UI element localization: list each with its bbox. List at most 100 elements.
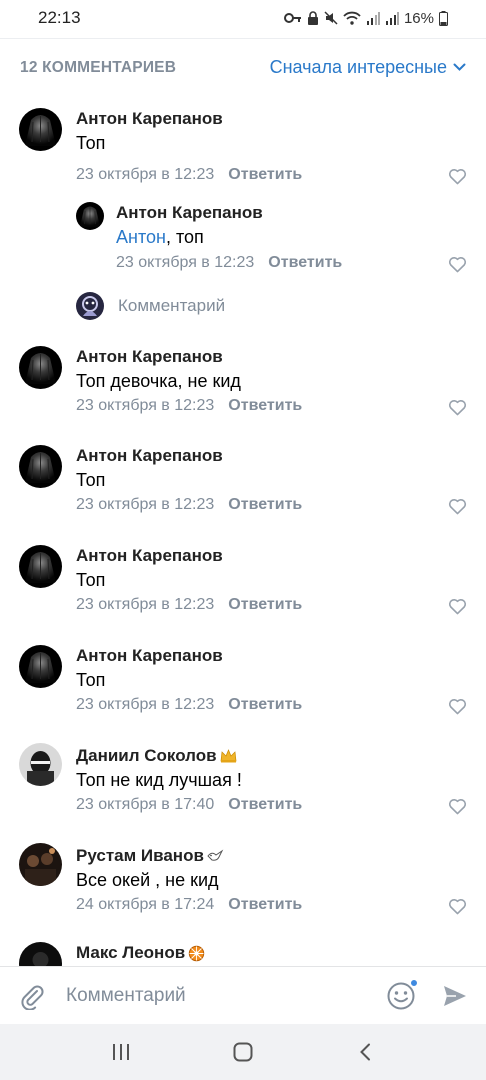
comment-text: Топ не кид лучшая ! — [76, 770, 242, 790]
comment-author[interactable]: Даниил Соколов — [76, 746, 237, 766]
heart-icon[interactable] — [448, 498, 467, 515]
home-button[interactable] — [223, 1032, 263, 1072]
comment-meta: 23 октября в 12:23 Ответить — [76, 166, 302, 184]
heart-icon[interactable] — [448, 256, 467, 273]
heart-icon[interactable] — [448, 698, 467, 715]
paperclip-icon[interactable] — [18, 982, 46, 1010]
mute-icon — [324, 11, 338, 25]
signal-icon — [366, 12, 380, 25]
comment-meta: 23 октября в 17:40 Ответить — [76, 796, 302, 814]
comment-item: Антон Карепанов Топ 23 октября в 12:23 О… — [0, 104, 486, 194]
recent-apps-button[interactable] — [101, 1032, 141, 1072]
signal-icon-2 — [385, 12, 399, 25]
comment-author[interactable]: Антон Карепанов — [76, 446, 223, 466]
emoji-button[interactable] — [386, 977, 419, 1011]
comment-text: Топ — [76, 570, 106, 590]
avatar[interactable] — [19, 108, 62, 151]
comment-meta: 23 октября в 12:23 Ответить — [76, 696, 302, 714]
avatar[interactable] — [19, 545, 62, 588]
reply-button[interactable]: Ответить — [228, 896, 302, 914]
wheel-icon — [188, 945, 205, 961]
comment-date: 23 октября в 17:40 — [76, 796, 215, 813]
comment-item: Рустам Иванов Все окей , не кид 24 октяб… — [0, 843, 486, 934]
comment-text: Топ — [76, 133, 106, 153]
comment-input-bar: Комментарий — [0, 966, 486, 1024]
comments-count: 12 КОММЕНТАРИЕВ — [20, 58, 177, 76]
comment-date: 24 октября в 17:24 — [76, 896, 215, 913]
chevron-down-icon — [453, 63, 466, 71]
comment-author[interactable]: Рустам Иванов — [76, 846, 224, 866]
comment-date: 23 октября в 12:23 — [76, 397, 215, 414]
heart-icon[interactable] — [448, 798, 467, 815]
back-button[interactable] — [345, 1032, 385, 1072]
comment-author[interactable]: Антон Карепанов — [76, 347, 223, 367]
reply-button[interactable]: Ответить — [228, 796, 302, 814]
comments-header: 12 КОММЕНТАРИЕВ Сначала интересные — [0, 38, 486, 96]
reply-compose[interactable]: Комментарий — [76, 292, 225, 320]
sort-label: Сначала интересные — [269, 57, 447, 77]
comment-author[interactable]: Антон Карепанов — [76, 109, 223, 129]
comment-date: 23 октября в 12:23 — [116, 254, 255, 271]
comment-date: 23 октября в 12:23 — [76, 496, 215, 513]
back-icon — [360, 1043, 370, 1061]
comment-author[interactable]: Антон Карепанов — [116, 203, 263, 223]
comment-item: Антон Карепанов Топ 23 октября в 12:23 О… — [0, 444, 486, 534]
home-icon — [233, 1042, 253, 1062]
comment-author[interactable]: Антон Карепанов — [76, 646, 223, 666]
wifi-icon — [343, 11, 361, 25]
reply-button[interactable]: Ответить — [228, 696, 302, 714]
comment-text: Топ девочка, не кид — [76, 371, 241, 391]
comment-text: Антон, топ — [116, 227, 204, 247]
system-nav-bar — [0, 1024, 486, 1080]
comment-input[interactable]: Комментарий — [66, 985, 386, 1007]
mention-link[interactable]: Антон — [116, 227, 166, 247]
recent-apps-icon — [113, 1044, 129, 1060]
avatar[interactable] — [76, 202, 104, 230]
comment-item: Макс Леонов — [0, 942, 486, 966]
reply-compose-placeholder: Комментарий — [118, 296, 226, 315]
comment-item: Антон Карепанов Топ 23 октября в 12:23 О… — [0, 544, 486, 634]
reply-button[interactable]: Ответить — [228, 397, 302, 415]
reply-button[interactable]: Ответить — [228, 166, 302, 184]
heart-icon[interactable] — [448, 399, 467, 416]
reply-button[interactable]: Ответить — [228, 496, 302, 514]
my-avatar — [76, 292, 104, 320]
comment-meta: 23 октября в 12:23 Ответить — [76, 496, 302, 514]
battery-icon — [439, 10, 448, 26]
heart-icon[interactable] — [448, 598, 467, 615]
comment-author[interactable]: Антон Карепанов — [76, 546, 223, 566]
avatar[interactable] — [19, 645, 62, 688]
avatar[interactable] — [19, 843, 62, 886]
comment-item: Антон Карепанов Топ 23 октября в 12:23 О… — [0, 644, 486, 734]
lock-icon — [307, 11, 318, 25]
comment-item: Антон Карепанов Топ девочка, не кид 23 о… — [0, 344, 486, 434]
avatar[interactable] — [19, 445, 62, 488]
key-icon — [283, 13, 301, 23]
comments-list: Антон Карепанов Топ 23 октября в 12:23 О… — [0, 96, 486, 966]
crown-icon — [220, 749, 236, 763]
reply-button[interactable]: Ответить — [268, 254, 342, 272]
comment-meta: 23 октября в 12:23 Ответить — [76, 596, 302, 614]
comment-author[interactable]: Макс Леонов — [76, 943, 205, 963]
heart-icon[interactable] — [448, 168, 467, 185]
comment-meta: 24 октября в 17:24 Ответить — [76, 896, 302, 914]
dove-icon — [207, 849, 224, 861]
comment-meta: 23 октября в 12:23 Ответить — [76, 397, 302, 415]
heart-icon[interactable] — [448, 898, 467, 915]
comment-date: 23 октября в 12:23 — [76, 596, 215, 613]
comment-text: Топ — [76, 470, 106, 490]
comment-date: 23 октября в 12:23 — [76, 696, 215, 713]
comment-text: Все окей , не кид — [76, 870, 219, 890]
reply-button[interactable]: Ответить — [228, 596, 302, 614]
comment-date: 23 октября в 12:23 — [76, 166, 215, 183]
battery-percent: 16% — [403, 9, 434, 27]
status-icons: 16% — [283, 9, 448, 27]
avatar[interactable] — [19, 942, 62, 966]
avatar[interactable] — [19, 743, 62, 786]
notification-dot — [409, 977, 419, 988]
avatar[interactable] — [19, 346, 62, 389]
send-icon[interactable] — [442, 984, 468, 1008]
status-time: 22:13 — [38, 8, 81, 27]
comment-reply-item: Антон Карепанов Антон, топ 23 октября в … — [0, 198, 486, 288]
sort-select[interactable]: Сначала интересные — [270, 57, 466, 78]
